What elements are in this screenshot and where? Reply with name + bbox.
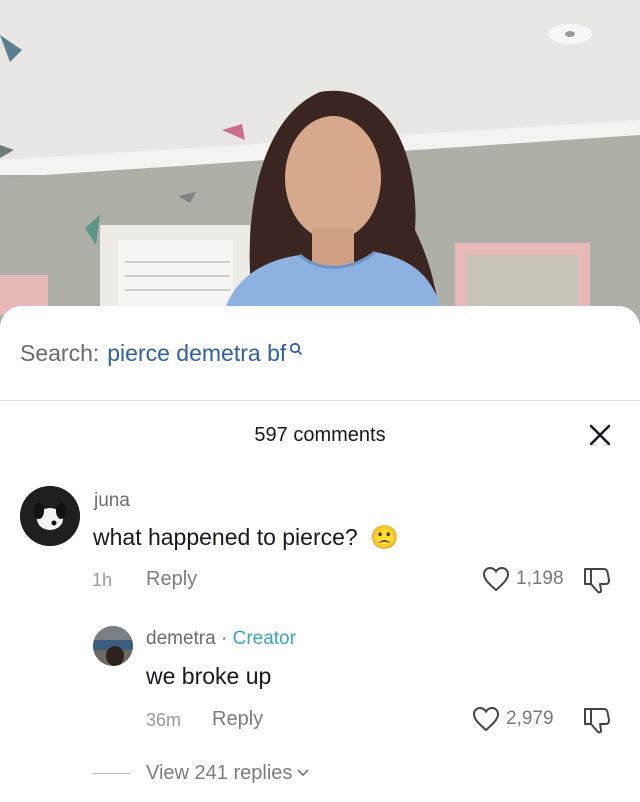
sad-emoji: 🙁 [370,524,399,550]
chevron-down-icon [296,765,310,783]
comments-count: 597 comments [254,424,386,446]
view-replies-label: View 241 replies [146,762,293,784]
view-replies-button[interactable]: View 241 replies [92,762,310,785]
separator: · [220,628,228,649]
comment-time: 1h [92,570,113,590]
dislike-icon[interactable] [582,706,612,739]
reply-like-count: 2,979 [506,708,554,729]
comment-username[interactable]: juna [94,490,130,512]
reply-username-row: demetra · Creator [146,628,296,650]
creator-badge: Creator [232,628,296,649]
reply-avatar[interactable] [93,626,133,666]
search-prefix: Search: [20,340,100,366]
like-count: 1,198 [516,568,564,589]
reply-username[interactable]: demetra [146,628,216,649]
reply-time: 36m [146,710,182,730]
heart-icon [472,706,500,732]
close-icon[interactable] [588,423,612,447]
reply-like-button[interactable]: 2,979 [472,706,554,732]
reply-button[interactable]: Reply [146,568,197,591]
divider [92,773,130,774]
reply-text: we broke up [146,663,272,689]
video-background[interactable] [0,0,640,330]
video-frame [0,0,640,330]
search-term[interactable]: pierce demetra bf [107,340,286,367]
search-icon[interactable] [289,335,303,362]
comment-body: what happened to pierce? [93,524,358,550]
comment-text: what happened to pierce? 🙁 [93,524,399,551]
reply-reply-button[interactable]: Reply [212,708,263,731]
avatar[interactable] [20,486,80,546]
heart-icon [482,566,510,592]
dislike-icon[interactable] [582,566,612,599]
search-suggestion[interactable]: Search: pierce demetra bf [20,340,303,367]
divider [0,400,640,401]
comments-sheet: Search: pierce demetra bf 597 comments j… [0,306,640,802]
like-button[interactable]: 1,198 [482,566,564,592]
